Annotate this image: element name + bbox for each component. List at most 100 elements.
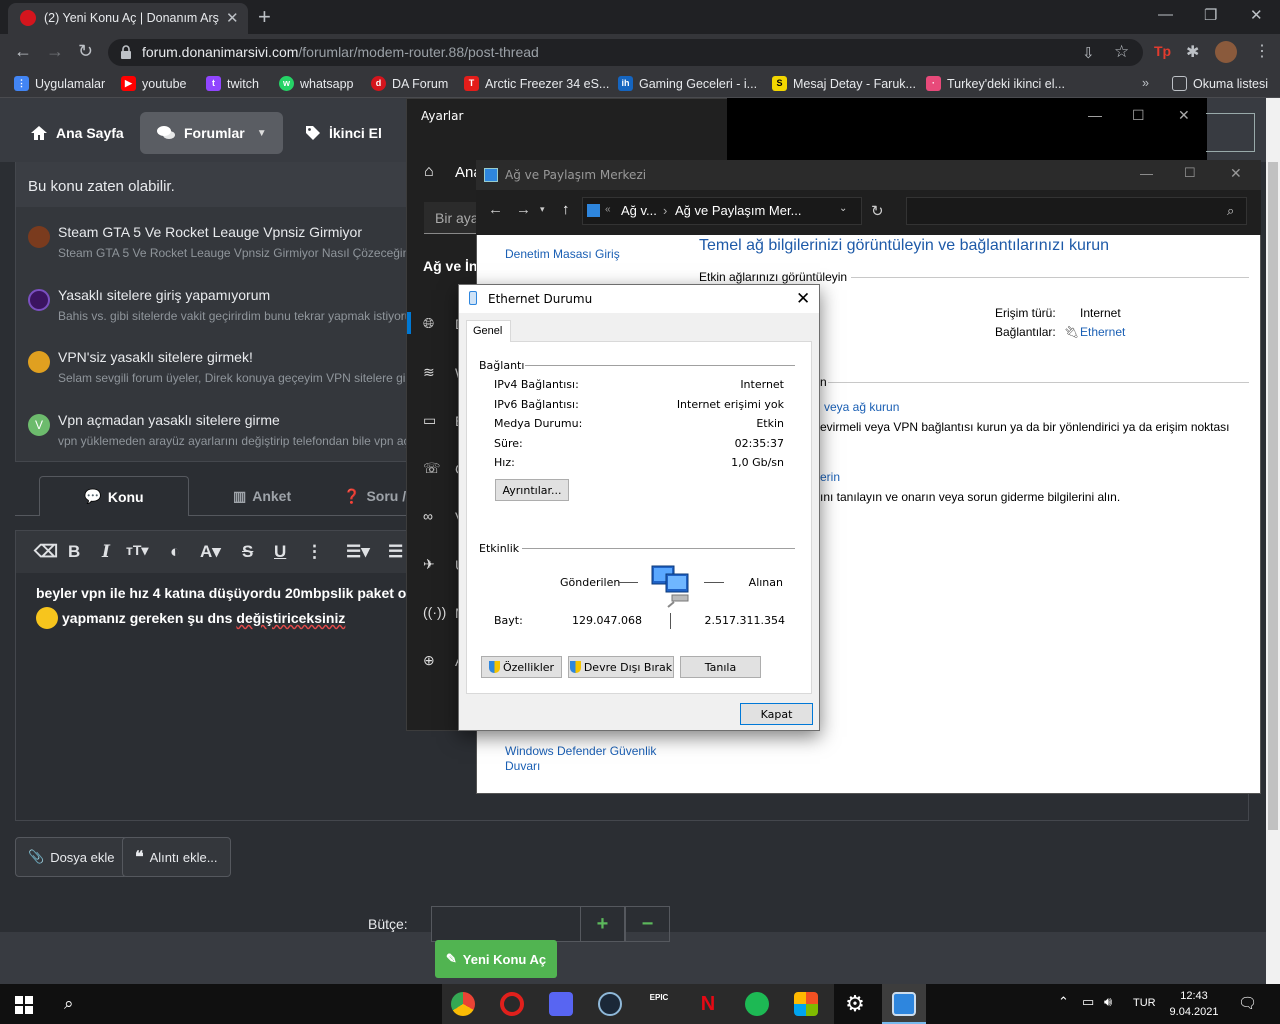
- more-bookmarks-icon[interactable]: »: [1142, 76, 1149, 90]
- reload-icon[interactable]: ↻: [78, 41, 93, 62]
- strikethrough-icon[interactable]: S: [242, 542, 253, 562]
- network-tray-icon[interactable]: ▭: [1082, 994, 1094, 1010]
- steam-icon[interactable]: [598, 992, 622, 1016]
- dialog-close-icon[interactable]: ✕: [796, 289, 810, 309]
- tab-thread[interactable]: 💬 Konu: [39, 476, 189, 516]
- netflix-icon[interactable]: N: [696, 992, 720, 1016]
- vpn-icon[interactable]: ∞: [423, 508, 441, 526]
- tab-poll[interactable]: ▥ Anket: [233, 476, 291, 516]
- attach-file-button[interactable]: 📎 Dosya ekle: [15, 837, 128, 877]
- chrome-menu-icon[interactable]: ⋮: [1254, 41, 1270, 61]
- control-panel-icon[interactable]: [892, 992, 916, 1016]
- bookmark-gaming[interactable]: ih Gaming Geceleri - i...: [618, 76, 757, 91]
- disable-button[interactable]: Devre Dışı Bırak: [568, 656, 674, 678]
- hotspot-icon[interactable]: ((·)): [423, 604, 446, 622]
- properties-button[interactable]: Özellikler: [481, 656, 562, 678]
- install-icon[interactable]: ⇩: [1082, 44, 1095, 62]
- reading-list[interactable]: Okuma listesi: [1172, 76, 1268, 91]
- bold-icon[interactable]: B: [68, 542, 80, 562]
- diagnose-button[interactable]: Tanıla: [680, 656, 761, 678]
- input-language[interactable]: TUR: [1133, 997, 1156, 1009]
- submit-thread-button[interactable]: ✎ Yeni Konu Aç: [435, 940, 557, 978]
- bookmark-apps[interactable]: ⋮ Uygulamalar: [14, 76, 105, 91]
- spotify-icon[interactable]: [745, 992, 769, 1016]
- discord-icon[interactable]: [549, 992, 573, 1016]
- refresh-icon[interactable]: ↻: [871, 202, 884, 220]
- details-button[interactable]: Ayrıntılar...: [495, 479, 569, 501]
- technopat-extension-icon[interactable]: Tp: [1154, 43, 1171, 59]
- back-icon[interactable]: ←: [488, 201, 503, 218]
- epic-games-icon[interactable]: EPIC: [647, 992, 671, 1016]
- font-family-icon[interactable]: A▾: [200, 542, 221, 562]
- bookmark-mesaj[interactable]: S Mesaj Detay - Faruk...: [772, 76, 916, 91]
- settings-maximize-icon[interactable]: ☐: [1132, 107, 1145, 124]
- nav-second-hand[interactable]: İkinci El: [289, 112, 398, 154]
- firewall-link-line2[interactable]: Duvarı: [505, 759, 540, 773]
- underline-icon[interactable]: U: [274, 542, 286, 562]
- ethernet-icon[interactable]: ▭: [423, 412, 441, 430]
- bookmark-whatsapp[interactable]: w whatsapp: [279, 76, 354, 91]
- bookmark-youtube[interactable]: ▶ youtube: [121, 76, 186, 91]
- profile-avatar[interactable]: [1215, 41, 1237, 63]
- extensions-icon[interactable]: ✱: [1186, 42, 1199, 62]
- page-search-box-edge[interactable]: [1206, 113, 1255, 152]
- setup-connection-link[interactable]: veya ağ kurun: [824, 400, 899, 414]
- chevron-down-icon[interactable]: ⌄: [839, 203, 847, 214]
- scrollbar-thumb[interactable]: [1268, 162, 1278, 830]
- notifications-icon[interactable]: 🗨︎: [1238, 994, 1257, 1012]
- close-window-icon[interactable]: ✕: [1250, 6, 1263, 24]
- bookmark-da-forum[interactable]: d DA Forum: [371, 76, 448, 91]
- bookmark-arctic[interactable]: T Arctic Freezer 34 eS...: [464, 76, 609, 91]
- bookmark-star-icon[interactable]: ☆: [1114, 42, 1129, 62]
- more-options-icon[interactable]: ⋮: [306, 542, 323, 562]
- troubleshoot-link[interactable]: erin: [820, 470, 840, 484]
- new-tab-icon[interactable]: +: [258, 4, 271, 30]
- network-address-box[interactable]: « Ağ v... › Ağ ve Paylaşım Mer... ⌄: [582, 197, 862, 225]
- tab-general[interactable]: Genel: [466, 320, 511, 342]
- network-search-box[interactable]: ⌕: [906, 197, 1247, 225]
- dialup-icon[interactable]: ☏: [423, 460, 441, 478]
- opera-icon[interactable]: [500, 992, 524, 1016]
- palette-icon[interactable]: ◐: [170, 542, 180, 562]
- store-icon[interactable]: [794, 992, 818, 1016]
- insert-quote-button[interactable]: ❝ Alıntı ekle...: [122, 837, 231, 877]
- nav-forums[interactable]: Forumlar ▼: [140, 112, 283, 154]
- settings-minimize-icon[interactable]: —: [1088, 107, 1102, 123]
- control-panel-home-link[interactable]: Denetim Masası Giriş: [505, 247, 620, 261]
- search-icon[interactable]: ⌕: [64, 994, 74, 1014]
- close-tab-icon[interactable]: ✕: [226, 9, 239, 27]
- settings-icon[interactable]: ⚙: [843, 992, 867, 1016]
- firewall-link-line1[interactable]: Windows Defender Güvenlik: [505, 744, 656, 758]
- proxy-globe-icon[interactable]: ⊕: [423, 652, 441, 670]
- up-icon[interactable]: ↑: [562, 201, 570, 218]
- list-icon[interactable]: ☰▾: [346, 542, 370, 562]
- font-size-icon[interactable]: тT▾: [126, 542, 148, 559]
- home-icon[interactable]: ⌂: [424, 163, 434, 181]
- chrome-icon[interactable]: [451, 992, 475, 1016]
- italic-icon[interactable]: I: [102, 542, 110, 562]
- restore-icon[interactable]: ❐: [1204, 6, 1217, 24]
- budget-plus-button[interactable]: +: [580, 906, 625, 942]
- airplane-icon[interactable]: ✈: [423, 556, 441, 574]
- forward-icon[interactable]: →: [516, 201, 531, 218]
- minimize-icon[interactable]: —: [1158, 6, 1173, 23]
- globe-icon[interactable]: 🌐︎: [423, 315, 441, 333]
- system-clock[interactable]: 12:43 9.04.2021: [1168, 988, 1220, 1020]
- wifi-icon[interactable]: ≋: [423, 364, 441, 382]
- browser-tab[interactable]: (2) Yeni Konu Aç | Donanım Arşivi Forum …: [8, 3, 248, 34]
- back-icon[interactable]: ←: [14, 41, 32, 62]
- recent-locations-icon[interactable]: ▾: [540, 204, 545, 215]
- volume-icon[interactable]: 🔊︎: [1104, 994, 1112, 1010]
- network-minimize-icon[interactable]: —: [1140, 166, 1153, 181]
- tab-question[interactable]: ❓ Soru /: [343, 476, 406, 516]
- bookmark-turkey[interactable]: · Turkey'deki ikinci el...: [926, 76, 1065, 91]
- eraser-icon[interactable]: ⌫: [34, 542, 58, 562]
- address-bar[interactable]: forum.donanimarsivi.com/forumlar/modem-r…: [108, 39, 1143, 66]
- close-button[interactable]: Kapat: [740, 703, 813, 725]
- windows-start-icon[interactable]: [15, 996, 33, 1014]
- budget-minus-button[interactable]: −: [625, 906, 670, 942]
- settings-search-input[interactable]: Bir aya: [424, 202, 484, 234]
- network-close-icon[interactable]: ✕: [1230, 165, 1242, 182]
- align-icon[interactable]: ☰: [388, 542, 403, 562]
- bookmark-twitch[interactable]: t twitch: [206, 76, 259, 91]
